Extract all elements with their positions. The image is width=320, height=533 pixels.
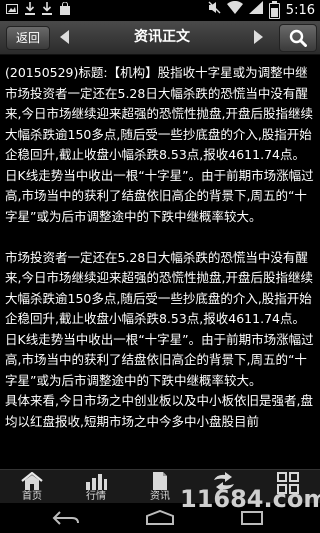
- status-bar: 5:16: [0, 0, 320, 21]
- bar-chart-icon: [86, 474, 107, 490]
- status-time: 5:16: [285, 2, 315, 18]
- search-icon: [289, 29, 307, 47]
- article-title: (20150529)标题:【机构】股指收十字星或为调整中继: [5, 65, 308, 80]
- home-icon: [21, 472, 43, 490]
- article-paragraph: 具体来看,今日市场之中创业板以及中小板依旧是强者,盘均以红盘报收,短期市场之中今…: [5, 393, 313, 429]
- wifi-icon: [226, 0, 243, 20]
- download-icon: [25, 2, 35, 21]
- tab-home[interactable]: 首页: [0, 470, 64, 504]
- signal-icon: [248, 1, 263, 20]
- back-button[interactable]: 返回: [6, 26, 50, 50]
- tab-label: 首页: [22, 491, 42, 502]
- watermark: 11684.com: [180, 485, 320, 513]
- battery-icon: [268, 0, 280, 19]
- search-button[interactable]: [279, 24, 317, 52]
- home-icon[interactable]: [145, 510, 175, 526]
- arrow-right-icon[interactable]: [254, 30, 263, 44]
- back-icon[interactable]: [52, 510, 80, 526]
- article-paragraph: 市场投资者一定还在5.28日大幅杀跌的恐慌当中没有醒来,今日市场继续迎来超强的恐…: [5, 85, 314, 224]
- article-paragraph: 市场投资者一定还在5.28日大幅杀跌的恐慌当中没有醒来,今日市场继续迎来超强的恐…: [5, 249, 314, 388]
- header-bar: 返回 资讯正文: [0, 21, 320, 55]
- mute-icon: [208, 1, 221, 20]
- page-title: 资讯正文: [134, 29, 190, 45]
- status-bar-left: [6, 1, 71, 21]
- arrow-left-icon[interactable]: [60, 30, 69, 44]
- bag-icon: [59, 1, 71, 21]
- download-icon: [42, 2, 52, 21]
- image-icon: [6, 3, 18, 21]
- tab-market[interactable]: 行情: [64, 470, 128, 504]
- article-body[interactable]: (20150529)标题:【机构】股指收十字星或为调整中继 市场投资者一定还在5…: [0, 55, 320, 469]
- tab-label: 行情: [86, 491, 106, 502]
- status-bar-right: 5:16: [208, 0, 315, 20]
- document-icon: [153, 472, 167, 490]
